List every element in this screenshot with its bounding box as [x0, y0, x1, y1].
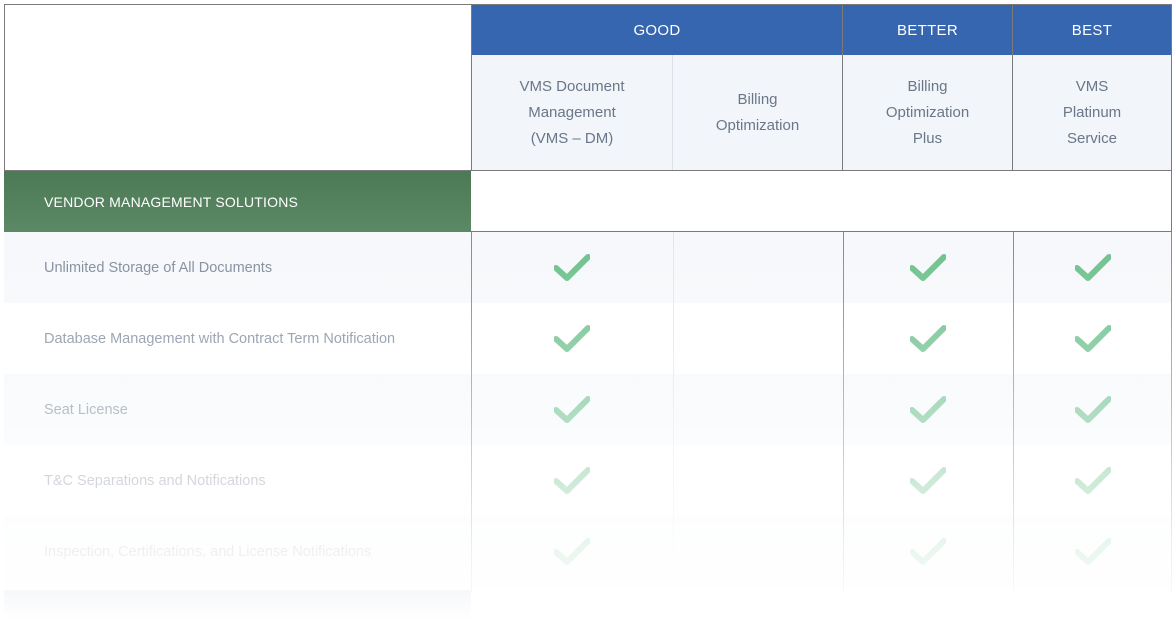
- product-header-billing-optimization: Billing Optimization: [673, 55, 843, 171]
- column-divider: [1171, 232, 1172, 592]
- table-row: T&C Separations and Notifications: [4, 445, 1172, 516]
- column-divider: [1013, 232, 1014, 592]
- check-icon: [843, 303, 1013, 374]
- feature-label: T&C Separations and Notifications: [44, 472, 266, 489]
- product-name-line: Optimization: [715, 117, 800, 134]
- check-icon: [1013, 516, 1172, 587]
- tier-header-better: BETTER: [843, 4, 1013, 55]
- column-divider: [471, 232, 472, 592]
- check-icon: [843, 232, 1013, 303]
- column-divider: [843, 232, 844, 592]
- check-icon: [843, 374, 1013, 445]
- tier-header-best: BEST: [1013, 4, 1172, 55]
- tier-header-good: GOOD: [471, 4, 843, 55]
- check-icon: [1013, 232, 1172, 303]
- product-name-line: Management: [528, 104, 616, 121]
- feature-label: Seat License: [44, 401, 128, 418]
- check-icon: [471, 232, 673, 303]
- feature-label: Inspection, Certifications, and License …: [44, 543, 372, 560]
- table-row: Seat License: [4, 374, 1172, 445]
- check-icon: [843, 445, 1013, 516]
- feature-label: Database Management with Contract Term N…: [44, 330, 396, 347]
- check-icon: [1013, 445, 1172, 516]
- header-corner: [4, 4, 471, 171]
- product-header-billing-optimization-plus: Billing Optimization Plus: [843, 55, 1013, 171]
- product-name-line: Service: [1066, 130, 1117, 147]
- table-row: Unlimited Storage of All Documents: [4, 232, 1172, 303]
- check-icon: [471, 303, 673, 374]
- product-name-line: Platinum: [1062, 104, 1122, 121]
- product-name-line: Billing: [737, 91, 778, 108]
- section-header: VENDOR MANAGEMENT SOLUTIONS: [4, 171, 471, 232]
- column-divider: [673, 232, 674, 592]
- bottom-shadow: [4, 590, 471, 620]
- check-icon: [471, 445, 673, 516]
- feature-label: Unlimited Storage of All Documents: [44, 259, 273, 276]
- product-name-line: Billing: [907, 78, 948, 95]
- table-row: Inspection, Certifications, and License …: [4, 516, 1172, 587]
- check-icon: [1013, 374, 1172, 445]
- table-row: Database Management with Contract Term N…: [4, 303, 1172, 374]
- check-icon: [1013, 303, 1172, 374]
- product-name-line: VMS Document: [519, 78, 625, 95]
- product-name-line: Optimization: [885, 104, 970, 121]
- product-header-vms-platinum: VMS Platinum Service: [1013, 55, 1172, 171]
- product-name-line: (VMS – DM): [530, 130, 614, 147]
- product-name-line: VMS: [1075, 78, 1109, 95]
- check-icon: [843, 516, 1013, 587]
- pricing-comparison-table: GOOD BETTER BEST VMS Document Management…: [4, 4, 1172, 622]
- section-title: VENDOR MANAGEMENT SOLUTIONS: [44, 193, 299, 210]
- product-header-vms-dm: VMS Document Management (VMS – DM): [471, 55, 673, 171]
- product-name-line: Plus: [912, 130, 943, 147]
- section-header-spacer: [471, 171, 1172, 232]
- check-icon: [471, 516, 673, 587]
- check-icon: [471, 374, 673, 445]
